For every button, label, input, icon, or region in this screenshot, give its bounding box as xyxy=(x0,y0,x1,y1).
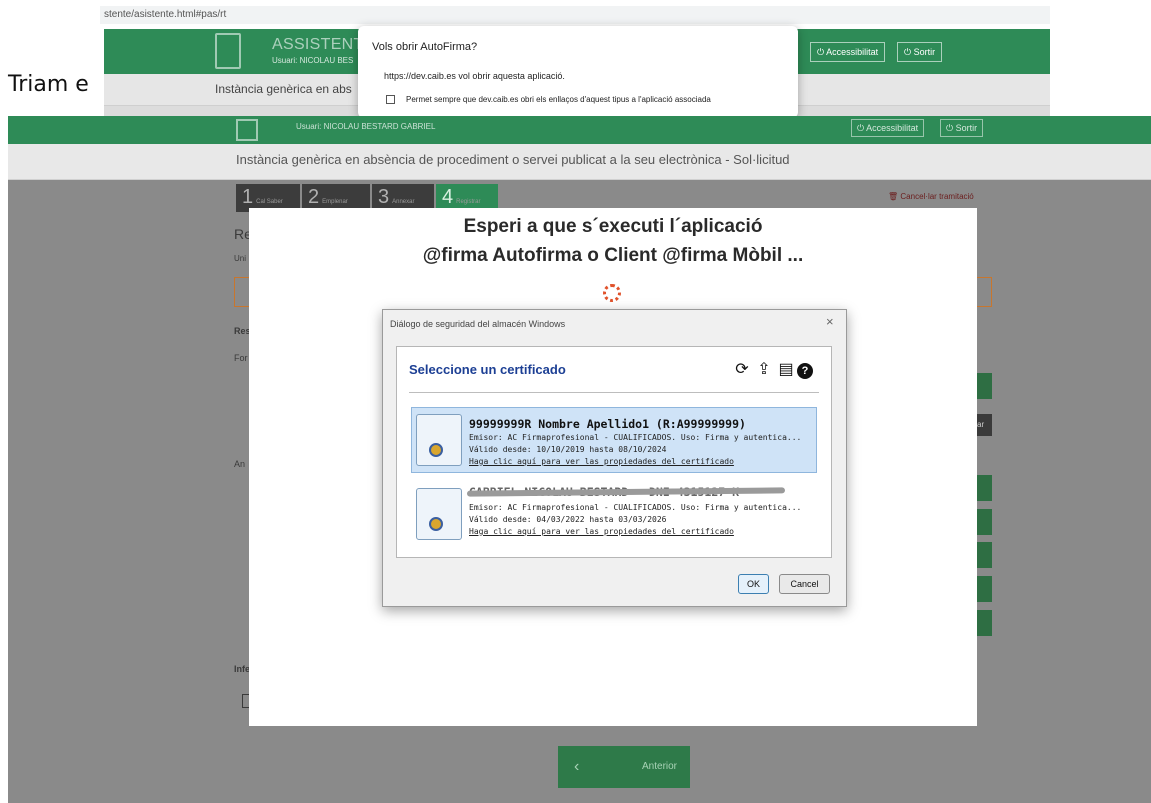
always-allow-label[interactable]: Permet sempre que dev.caib.es obri els e… xyxy=(406,95,711,104)
bg-fragment: ar xyxy=(977,420,985,429)
divider xyxy=(409,392,819,393)
certificate-issuer: Emisor: AC Firmaprofesional - CUALIFICAD… xyxy=(469,503,802,512)
step-label: Emplenar xyxy=(322,199,348,205)
certificate-properties-link[interactable]: Haga clic aquí para ver las propiedades … xyxy=(469,527,734,536)
chevron-left-icon: ‹ xyxy=(574,758,580,775)
bg-fragment: Uni xyxy=(234,254,247,263)
certificate-validity: Válido desde: 04/03/2022 hasta 03/03/202… xyxy=(469,515,667,524)
refresh-icon[interactable]: ⟳ xyxy=(731,359,753,379)
bg-fragment: Infe xyxy=(234,664,251,674)
certificate-dialog-title: Diálogo de seguridad del almacén Windows xyxy=(390,319,566,329)
always-allow-checkbox[interactable] xyxy=(386,95,395,104)
certificate-name: 99999999R Nombre Apellido1 (R:A99999999) xyxy=(469,417,746,431)
bg-green-button xyxy=(977,610,992,636)
waiting-message-line1: Esperi a que s´executi l´aplicació xyxy=(463,216,763,237)
autofirma-dialog-title: Vols obrir AutoFirma? xyxy=(372,41,478,53)
main-accessibility-button[interactable]: ⏻ Accessibilitat xyxy=(851,119,925,137)
details-icon[interactable]: ▤ xyxy=(775,359,797,379)
loading-spinner-icon xyxy=(603,284,621,302)
bg-dark-button: ar xyxy=(977,414,992,436)
bg-green-button xyxy=(977,542,992,568)
cancel-label: Cancel·lar tramitació xyxy=(900,192,974,201)
top-user-label: Usuari: NICOLAU BES xyxy=(272,56,354,65)
certificate-item[interactable]: GABRIEL NICOLAU BESTARD - DNI 4315127-K … xyxy=(411,481,817,547)
certificate-dialog: Diálogo de seguridad del almacén Windows… xyxy=(382,309,847,607)
step-number: 3 xyxy=(378,186,390,208)
anterior-button[interactable]: ‹ Anterior xyxy=(558,746,690,788)
bg-box-left xyxy=(234,277,249,307)
select-certificate-heading: Seleccione un certificado xyxy=(409,362,566,377)
import-icon[interactable]: ⇪ xyxy=(753,359,775,379)
certificate-item[interactable]: 99999999R Nombre Apellido1 (R:A99999999)… xyxy=(411,407,817,473)
main-logout-button[interactable]: ⏻ Sortir xyxy=(940,119,984,137)
certificate-icon xyxy=(416,414,462,466)
top-logout-button[interactable]: ⏻ Sortir xyxy=(897,42,943,62)
bg-box-right xyxy=(977,277,992,307)
bg-green-button xyxy=(977,509,992,535)
certificate-seal-icon xyxy=(429,443,443,457)
main-accessibility-label: Accessibilitat xyxy=(866,123,919,133)
top-accessibility-button[interactable]: ⏻ Accessibilitat xyxy=(810,42,886,62)
top-accessibility-label: Accessibilitat xyxy=(826,47,879,57)
main-instancia-title: Instància genèrica en absència de proced… xyxy=(236,152,790,167)
step-number: 4 xyxy=(442,186,454,208)
main-logo-icon xyxy=(236,119,258,141)
close-icon[interactable]: × xyxy=(826,314,834,329)
certificate-icon xyxy=(416,488,462,540)
bg-fragment: For xyxy=(234,353,248,363)
anterior-label: Anterior xyxy=(642,761,678,772)
waiting-message-line2: @firma Autofirma o Client @firma Mòbil .… xyxy=(422,245,804,266)
step-label: Cal Saber xyxy=(256,199,283,205)
cancel-button[interactable]: Cancel xyxy=(779,574,830,594)
autofirma-open-dialog: Vols obrir AutoFirma? https://dev.caib.e… xyxy=(358,26,798,118)
top-logout-label: Sortir xyxy=(913,47,936,57)
top-logo-icon xyxy=(215,33,241,69)
main-user-label: Usuari: NICOLAU BESTARD GABRIEL xyxy=(296,122,436,131)
bg-fragment: An xyxy=(234,459,246,469)
step-label: Registrar xyxy=(456,199,481,205)
top-instancia-title: Instància genèrica en abs xyxy=(215,82,352,96)
bg-green-button xyxy=(977,576,992,602)
main-logout-label: Sortir xyxy=(955,123,978,133)
certificate-seal-icon xyxy=(429,517,443,531)
triam-caption: Triam e xyxy=(8,72,89,97)
certificate-issuer: Emisor: AC Firmaprofesional - CUALIFICAD… xyxy=(469,433,802,442)
certificate-validity: Válido desde: 10/10/2019 hasta 08/10/202… xyxy=(469,445,667,454)
bg-green-button xyxy=(977,373,992,399)
bg-green-button xyxy=(977,475,992,501)
cancel-tramitacio-link[interactable]: 🗑 Cancel·lar tramitació xyxy=(888,192,974,201)
trash-icon: 🗑 xyxy=(888,192,899,201)
step-number: 2 xyxy=(308,186,320,208)
help-icon[interactable]: ? xyxy=(797,363,813,379)
step-number: 1 xyxy=(242,186,254,208)
step-label: Annexar xyxy=(392,199,415,205)
autofirma-dialog-message: https://dev.caib.es vol obrir aquesta ap… xyxy=(384,71,565,81)
address-bar[interactable]: stente/asistente.html#pas/rt xyxy=(100,6,1050,24)
certificate-toolbar: ⟳ ⇪ ▤? xyxy=(731,359,813,379)
certificate-panel: Seleccione un certificado ⟳ ⇪ ▤? 99999999R… xyxy=(396,346,832,558)
ok-button[interactable]: OK xyxy=(738,574,769,594)
certificate-properties-link[interactable]: Haga clic aquí para ver las propiedades … xyxy=(469,457,734,466)
